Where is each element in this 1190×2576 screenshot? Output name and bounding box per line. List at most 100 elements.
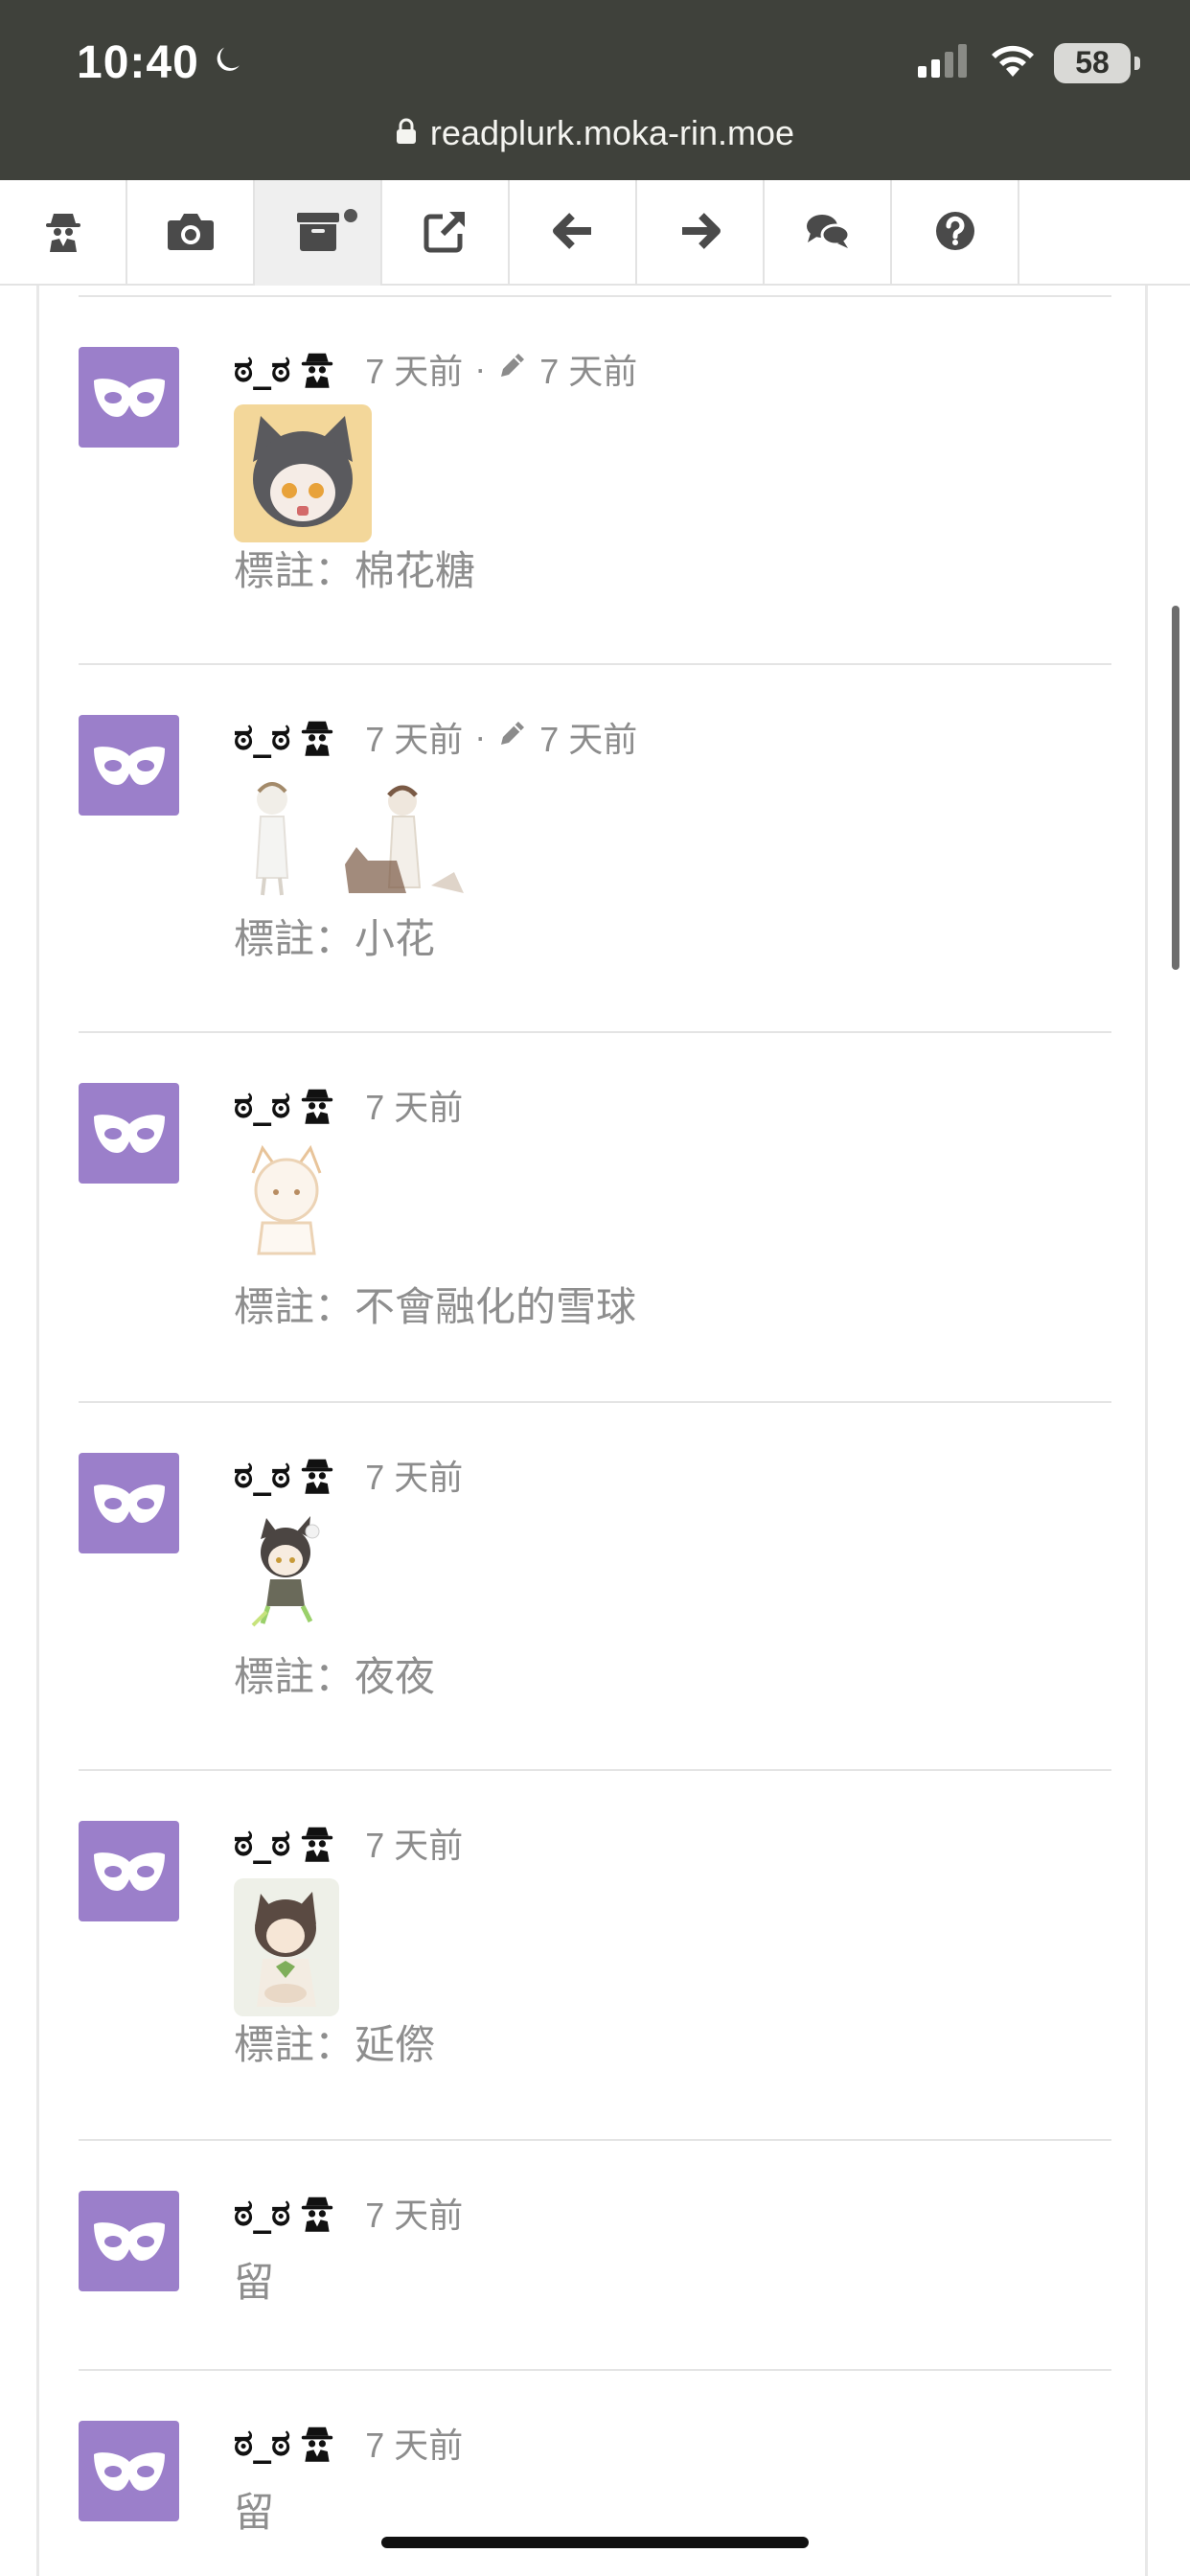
home-indicator[interactable] bbox=[381, 2537, 809, 2548]
timestamp[interactable]: 7 天前 · 7 天前 bbox=[365, 344, 637, 394]
image-thumbnail[interactable] bbox=[234, 1510, 339, 1630]
back-button[interactable] bbox=[510, 180, 637, 286]
status-time: 10:40 bbox=[77, 36, 245, 89]
question-icon bbox=[935, 211, 975, 256]
status-indicators: 58 bbox=[916, 42, 1140, 83]
archive-button[interactable] bbox=[255, 180, 382, 286]
plurk-meta: ಠ_ಠ 7 天前 bbox=[234, 2418, 463, 2468]
image-thumbnails bbox=[234, 404, 372, 542]
clock-text: 10:40 bbox=[77, 37, 199, 88]
image-thumbnails bbox=[234, 1510, 339, 1630]
spy-icon bbox=[300, 350, 334, 388]
spy-icon bbox=[300, 718, 334, 756]
timestamp[interactable]: 7 天前 bbox=[365, 2418, 463, 2468]
spy-icon bbox=[300, 1456, 334, 1494]
posted-time: 7 天前 bbox=[365, 1088, 464, 1127]
avatar[interactable] bbox=[79, 1453, 179, 1553]
spy-icon bbox=[300, 2194, 334, 2232]
arrow-right-icon bbox=[680, 212, 721, 255]
timestamp[interactable]: 7 天前 bbox=[365, 1080, 463, 1130]
timestamp[interactable]: 7 天前 bbox=[365, 1450, 463, 1500]
mask-icon bbox=[93, 1484, 165, 1523]
mask-icon bbox=[93, 1114, 165, 1153]
plurk-meta: ಠ_ಠ 7 天前 bbox=[234, 1818, 463, 1868]
archive-icon bbox=[296, 211, 340, 256]
avatar[interactable] bbox=[79, 1821, 179, 1921]
anonymous-button[interactable] bbox=[0, 180, 127, 286]
pencil-icon bbox=[497, 349, 528, 389]
spy-icon bbox=[300, 2424, 334, 2462]
posted-time: 7 天前 bbox=[365, 2196, 464, 2235]
plurk-text: 留 bbox=[234, 2260, 275, 2305]
spy-icon bbox=[300, 1086, 334, 1124]
plurk-text: 標註：延傺 bbox=[234, 2022, 436, 2067]
battery-level: 58 bbox=[1075, 45, 1110, 80]
posted-time: 7 天前 bbox=[365, 1458, 464, 1497]
nickname[interactable]: ಠ_ಠ bbox=[234, 2192, 290, 2235]
external-link-icon bbox=[423, 209, 468, 258]
image-thumbnail[interactable] bbox=[234, 404, 372, 542]
spy-icon bbox=[44, 210, 82, 257]
timestamp[interactable]: 7 天前 bbox=[365, 1818, 463, 1868]
toolbar bbox=[0, 180, 1190, 286]
separator: · bbox=[474, 717, 487, 756]
plurk-item: ಠ_ಠ 7 天前 標註：延傺 bbox=[79, 1771, 1111, 2141]
posted-time: 7 天前 bbox=[365, 720, 464, 759]
avatar[interactable] bbox=[79, 2421, 179, 2521]
comments-icon bbox=[805, 212, 851, 255]
image-thumbnail[interactable] bbox=[234, 772, 320, 897]
url-text: readplurk.moka-rin.moe bbox=[429, 113, 795, 152]
image-thumbnail[interactable] bbox=[339, 772, 473, 897]
timestamp[interactable]: 7 天前 · 7 天前 bbox=[365, 712, 637, 762]
mask-icon bbox=[93, 1852, 165, 1891]
avatar[interactable] bbox=[79, 715, 179, 816]
plurk-item: ಠ_ಠ 7 天前 標註：夜夜 bbox=[79, 1403, 1111, 1771]
avatar[interactable] bbox=[79, 347, 179, 448]
nickname[interactable]: ಠ_ಠ bbox=[234, 1454, 290, 1497]
help-button[interactable] bbox=[892, 180, 1019, 286]
separator: · bbox=[474, 349, 487, 388]
avatar[interactable] bbox=[79, 1083, 179, 1184]
plurk-meta: ಠ_ಠ 7 天前 bbox=[234, 2188, 463, 2238]
plurk-meta: ಠ_ಠ 7 天前 · 7 天前 bbox=[234, 344, 637, 394]
camera-icon bbox=[167, 211, 215, 256]
scrollbar[interactable] bbox=[1172, 606, 1179, 970]
address-bar[interactable]: readplurk.moka-rin.moe bbox=[0, 113, 1190, 153]
plurk-item: ಠ_ಠ 7 天前 留 bbox=[79, 2141, 1111, 2371]
nickname[interactable]: ಠ_ಠ bbox=[234, 1822, 290, 1865]
image-thumbnails bbox=[234, 772, 473, 897]
external-link-button[interactable] bbox=[382, 180, 510, 286]
nickname[interactable]: ಠ_ಠ bbox=[234, 348, 290, 391]
plurk-text: 標註：夜夜 bbox=[234, 1654, 436, 1699]
notification-dot bbox=[344, 209, 357, 222]
timestamp[interactable]: 7 天前 bbox=[365, 2188, 463, 2238]
nickname[interactable]: ಠ_ಠ bbox=[234, 2422, 290, 2465]
image-thumbnail[interactable] bbox=[234, 1140, 339, 1260]
plurk-text: 留 bbox=[234, 2490, 275, 2535]
wifi-icon bbox=[989, 42, 1037, 83]
mask-icon bbox=[93, 2221, 165, 2261]
camera-button[interactable] bbox=[127, 180, 255, 286]
plurk-meta: ಠ_ಠ 7 天前 · 7 天前 bbox=[234, 712, 637, 762]
nickname[interactable]: ಠ_ಠ bbox=[234, 1084, 290, 1127]
comments-button[interactable] bbox=[765, 180, 892, 286]
forward-button[interactable] bbox=[637, 180, 765, 286]
posted-time: 7 天前 bbox=[365, 1826, 464, 1865]
nickname[interactable]: ಠ_ಠ bbox=[234, 716, 290, 759]
status-bar: 10:40 58 readplurk.moka-rin.moe bbox=[0, 0, 1190, 180]
plurk-text: 標註：棉花糖 bbox=[234, 548, 476, 593]
signal-icon bbox=[916, 43, 972, 82]
plurk-text: 標註：小花 bbox=[234, 916, 436, 961]
plurk-item: ಠ_ಠ 7 天前 · 7 天前 標註：小花 bbox=[79, 665, 1111, 1033]
edited-time: 7 天前 bbox=[539, 720, 638, 759]
image-thumbnail[interactable] bbox=[234, 1878, 339, 2016]
battery-icon: 58 bbox=[1054, 42, 1140, 83]
plurk-text: 標註：不會融化的雪球 bbox=[234, 1284, 637, 1329]
arrow-left-icon bbox=[552, 212, 593, 255]
moon-icon bbox=[211, 36, 245, 89]
avatar[interactable] bbox=[79, 2191, 179, 2291]
plurk-meta: ಠ_ಠ 7 天前 bbox=[234, 1450, 463, 1500]
pencil-icon bbox=[497, 717, 528, 757]
lock-icon bbox=[396, 113, 417, 153]
image-thumbnails bbox=[234, 1878, 339, 2016]
